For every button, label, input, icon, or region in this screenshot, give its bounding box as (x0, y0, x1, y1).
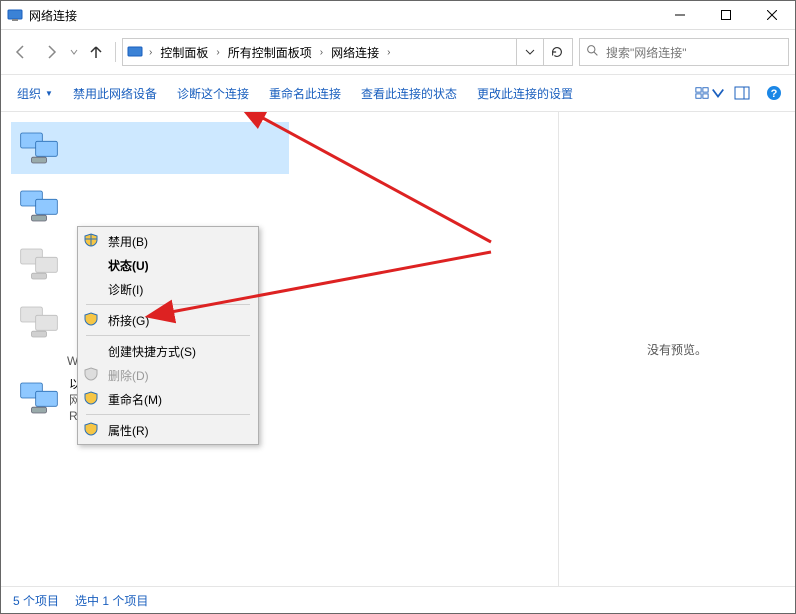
search-icon (586, 44, 602, 60)
svg-text:?: ? (771, 88, 778, 100)
cm-diagnose[interactable]: 诊断(I) (78, 277, 258, 301)
titlebar: 网络连接 (1, 1, 795, 30)
breadcrumb-chevron[interactable]: › (145, 47, 156, 58)
minimize-button[interactable] (657, 1, 703, 29)
breadcrumb-seg-2[interactable]: 网络连接 (327, 40, 383, 64)
search-box[interactable]: 搜索"网络连接" (579, 38, 789, 66)
statusbar: 5 个项目 选中 1 个项目 (1, 586, 795, 613)
toolbar-status[interactable]: 查看此连接的状态 (351, 78, 467, 108)
nav-separator (115, 42, 116, 62)
maximize-button[interactable] (703, 1, 749, 29)
breadcrumb-seg-0[interactable]: 控制面板 (156, 40, 212, 64)
cm-rename[interactable]: 重命名(M) (78, 387, 258, 411)
shield-icon (84, 422, 98, 439)
breadcrumb-seg-1[interactable]: 所有控制面板项 (224, 40, 316, 64)
status-selected: 选中 1 个项目 (75, 592, 148, 609)
network-adapter-icon (15, 376, 63, 420)
cm-separator (86, 304, 250, 305)
shield-icon (84, 391, 98, 408)
network-adapter-icon (15, 126, 63, 170)
shield-icon (84, 312, 98, 329)
history-dropdown[interactable] (67, 48, 81, 56)
view-options-icon[interactable] (695, 78, 725, 108)
search-placeholder: 搜索"网络连接" (606, 44, 687, 61)
close-button[interactable] (749, 1, 795, 29)
cm-disable[interactable]: 禁用(B) (78, 229, 258, 253)
network-adapter-icon (15, 184, 63, 228)
connection-item[interactable] (11, 180, 289, 232)
network-adapter-icon (15, 242, 63, 286)
address-bar[interactable]: › 控制面板 › 所有控制面板项 › 网络连接 › (122, 38, 573, 66)
shield-icon (84, 233, 98, 250)
shield-icon (84, 367, 98, 384)
back-button[interactable] (7, 38, 35, 66)
app-icon (7, 7, 23, 23)
cm-separator (86, 335, 250, 336)
content-area: WAN Miniport (PPTP) 以太网 网络 4 Realtek PCI… (1, 112, 795, 586)
cm-delete: 删除(D) (78, 363, 258, 387)
connection-item-selected[interactable] (11, 122, 289, 174)
toolbar-organize[interactable]: 组织▼ (7, 78, 63, 108)
forward-button[interactable] (37, 38, 65, 66)
toolbar-diagnose[interactable]: 诊断这个连接 (167, 78, 259, 108)
preview-pane: 没有预览。 (558, 112, 795, 586)
refresh-button[interactable] (543, 39, 570, 65)
window-title: 网络连接 (29, 7, 77, 24)
status-count: 5 个项目 (13, 592, 59, 609)
cm-shortcut[interactable]: 创建快捷方式(S) (78, 339, 258, 363)
toolbar: 组织▼ 禁用此网络设备 诊断这个连接 重命名此连接 查看此连接的状态 更改此连接… (1, 75, 795, 112)
help-icon[interactable]: ? (759, 78, 789, 108)
toolbar-rename[interactable]: 重命名此连接 (259, 78, 351, 108)
toolbar-disable[interactable]: 禁用此网络设备 (63, 78, 167, 108)
cm-bridge[interactable]: 桥接(G) (78, 308, 258, 332)
cm-separator (86, 414, 250, 415)
address-icon (125, 44, 145, 60)
no-preview-text: 没有预览。 (647, 341, 707, 358)
cm-status[interactable]: 状态(U) (78, 253, 258, 277)
context-menu: 禁用(B) 状态(U) 诊断(I) 桥接(G) 创建快捷方式(S) 删除(D) … (77, 226, 259, 445)
up-button[interactable] (83, 38, 109, 66)
network-adapter-icon (15, 300, 63, 344)
toolbar-settings[interactable]: 更改此连接的设置 (467, 78, 583, 108)
cm-properties[interactable]: 属性(R) (78, 418, 258, 442)
address-dropdown[interactable] (516, 39, 543, 65)
navbar: › 控制面板 › 所有控制面板项 › 网络连接 › 搜索"网络连接" (1, 30, 795, 75)
preview-pane-icon[interactable] (727, 78, 757, 108)
